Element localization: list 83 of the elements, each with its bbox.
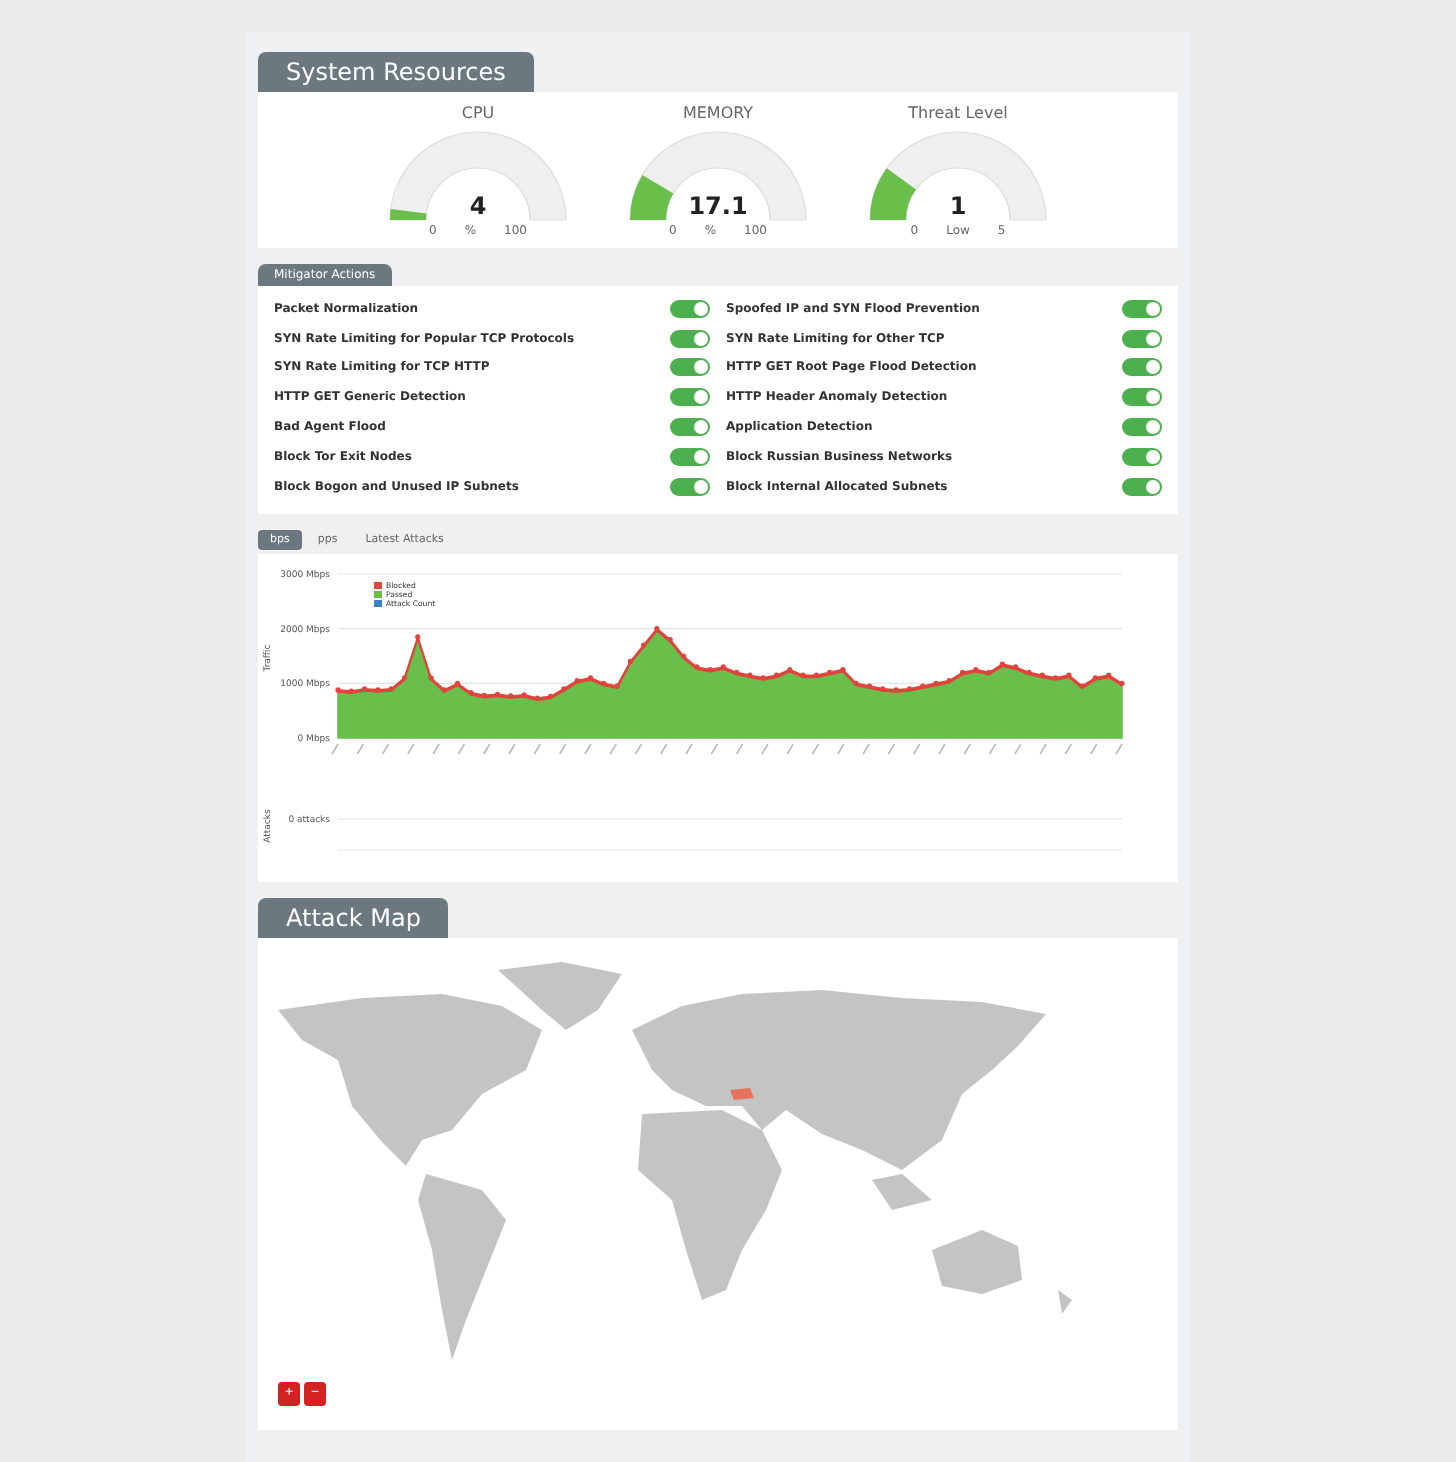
toggle-switch[interactable] (1122, 447, 1162, 466)
data-point (946, 677, 952, 683)
toggle-switch[interactable] (1122, 358, 1162, 377)
data-point (455, 679, 461, 686)
data-point (906, 685, 912, 691)
data-point (986, 668, 992, 675)
data-point (787, 666, 793, 672)
data-point (548, 693, 554, 699)
data-point (335, 686, 341, 692)
data-point (920, 682, 926, 688)
data-point (720, 663, 726, 669)
data-point (1066, 671, 1072, 677)
data-point (1079, 682, 1085, 688)
data-point (561, 685, 567, 691)
gauge-value: 4 (469, 192, 487, 220)
toggle-switch[interactable] (1122, 329, 1162, 348)
data-point (388, 685, 394, 691)
toggle-switch[interactable] (670, 358, 710, 377)
toggle-switch[interactable] (1122, 477, 1162, 496)
data-point (694, 663, 700, 669)
data-point (627, 658, 633, 664)
data-point (508, 692, 514, 698)
data-point (641, 641, 647, 647)
toggle-switch[interactable] (1122, 418, 1162, 437)
gauge-label: CPU (461, 104, 495, 122)
data-point (534, 694, 540, 700)
data-point (893, 686, 899, 692)
gauge-label: Threat Level (908, 104, 1008, 122)
data-point (1013, 663, 1019, 669)
data-point (1106, 671, 1112, 677)
data-point (428, 674, 434, 680)
toggle-switch[interactable] (670, 329, 710, 348)
data-point (973, 666, 979, 672)
data-point (494, 690, 501, 696)
data-point (401, 674, 408, 680)
data-point (415, 633, 421, 639)
data-point (813, 671, 819, 677)
data-point (441, 686, 447, 692)
toggle-switch[interactable] (670, 388, 710, 407)
section-title: System Resources (258, 52, 534, 92)
toggle-switch[interactable] (1122, 299, 1162, 318)
data-point (800, 671, 806, 677)
gauge-label: MEMORY (682, 104, 754, 122)
toggle-switch[interactable] (670, 477, 710, 496)
data-point (574, 677, 580, 683)
data-point (587, 674, 594, 680)
gauge-value: 1 (949, 192, 967, 220)
data-point (521, 691, 527, 697)
data-point (999, 660, 1005, 666)
data-point (760, 674, 766, 680)
data-point (362, 685, 368, 691)
data-point (959, 668, 966, 675)
data-point (348, 687, 354, 693)
data-point (866, 682, 873, 688)
data-point (734, 668, 740, 675)
toggle-switch[interactable] (670, 447, 710, 466)
data-point (1052, 674, 1059, 680)
highlighted-region (730, 1087, 754, 1100)
data-point (680, 652, 687, 658)
data-point (375, 686, 381, 692)
gauge-value: 17.1 (688, 192, 748, 220)
data-point (468, 689, 474, 695)
data-point (601, 679, 607, 686)
data-point (1026, 668, 1032, 675)
toggle-switch[interactable] (1122, 388, 1162, 407)
data-point (1039, 671, 1045, 677)
data-point (827, 668, 833, 675)
data-point (747, 671, 753, 677)
toggle-switch[interactable] (670, 299, 710, 318)
data-point (1092, 674, 1098, 680)
toggle-switch[interactable] (670, 418, 710, 437)
data-point (933, 679, 939, 686)
data-point (481, 691, 487, 698)
data-point (773, 671, 780, 677)
data-point (654, 625, 660, 631)
data-point (853, 679, 859, 686)
section-title: Attack Map (258, 897, 449, 938)
data-point (614, 682, 620, 688)
data-point (840, 666, 846, 672)
data-point (707, 666, 713, 672)
data-point (880, 685, 886, 691)
data-point (667, 636, 673, 642)
data-point (1119, 679, 1125, 686)
